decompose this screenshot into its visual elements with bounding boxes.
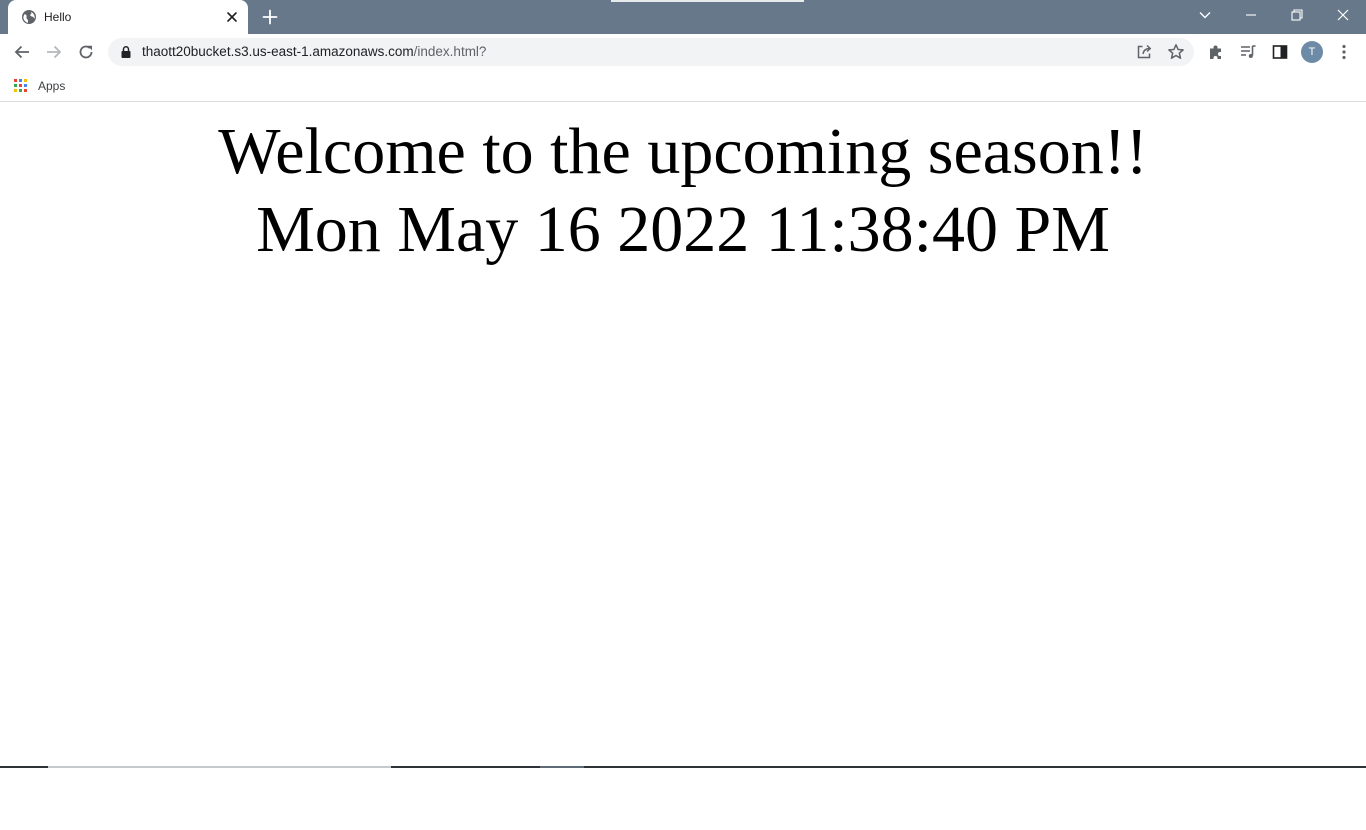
close-window-button[interactable] [1320, 0, 1366, 30]
close-icon [1337, 9, 1349, 21]
close-icon[interactable] [224, 9, 240, 25]
globe-icon [22, 10, 36, 24]
share-icon[interactable] [1135, 43, 1153, 61]
arrow-left-icon [14, 45, 29, 59]
search-tabs-button[interactable] [1182, 0, 1228, 30]
extensions-button[interactable] [1204, 40, 1228, 64]
tab-title: Hello [44, 10, 72, 24]
tab-hello[interactable]: Hello [8, 0, 248, 34]
side-panel-icon [1272, 45, 1288, 59]
star-icon[interactable] [1167, 43, 1185, 61]
url-host: thaott20bucket.s3.us-east-1.amazonaws.co… [142, 44, 414, 59]
restore-icon [1291, 9, 1303, 21]
apps-grid-icon [14, 79, 28, 93]
plus-icon[interactable] [259, 6, 281, 28]
queue-music-icon [1241, 45, 1256, 58]
reload-icon [79, 45, 93, 59]
url-path: /index.html? [413, 44, 487, 59]
reload-button[interactable] [74, 40, 98, 64]
back-button[interactable] [10, 40, 34, 64]
tab-strip: Hello [0, 0, 1366, 34]
url-text[interactable]: thaott20bucket.s3.us-east-1.amazonaws.co… [142, 44, 486, 59]
tab-strip-indicator [611, 0, 804, 2]
arrow-right-icon [47, 45, 62, 59]
bookmarks-bar: Apps [0, 70, 1366, 102]
media-button[interactable] [1236, 40, 1260, 64]
apps-label: Apps [38, 79, 66, 93]
current-datetime: Mon May 16 2022 11:38:40 PM [256, 193, 1110, 266]
lock-icon[interactable] [119, 45, 133, 59]
forward-button[interactable] [42, 40, 66, 64]
page-content: Welcome to the upcoming season!! Mon May… [0, 103, 1366, 766]
address-bar[interactable]: thaott20bucket.s3.us-east-1.amazonaws.co… [108, 38, 1194, 66]
avatar[interactable]: T [1301, 41, 1323, 63]
bottom-empty-area [0, 768, 1366, 830]
puzzle-icon [1210, 45, 1221, 59]
restore-button[interactable] [1274, 0, 1320, 30]
chevron-down-icon [1199, 12, 1211, 19]
minimize-icon [1246, 14, 1256, 16]
side-panel-button[interactable] [1268, 40, 1292, 64]
kebab-menu-icon [1342, 44, 1346, 60]
page-heading: Welcome to the upcoming season!! [218, 115, 1148, 188]
apps-shortcut[interactable]: Apps [14, 76, 65, 96]
menu-button[interactable] [1332, 40, 1356, 64]
browser-toolbar: thaott20bucket.s3.us-east-1.amazonaws.co… [0, 34, 1366, 70]
minimize-button[interactable] [1228, 0, 1274, 30]
